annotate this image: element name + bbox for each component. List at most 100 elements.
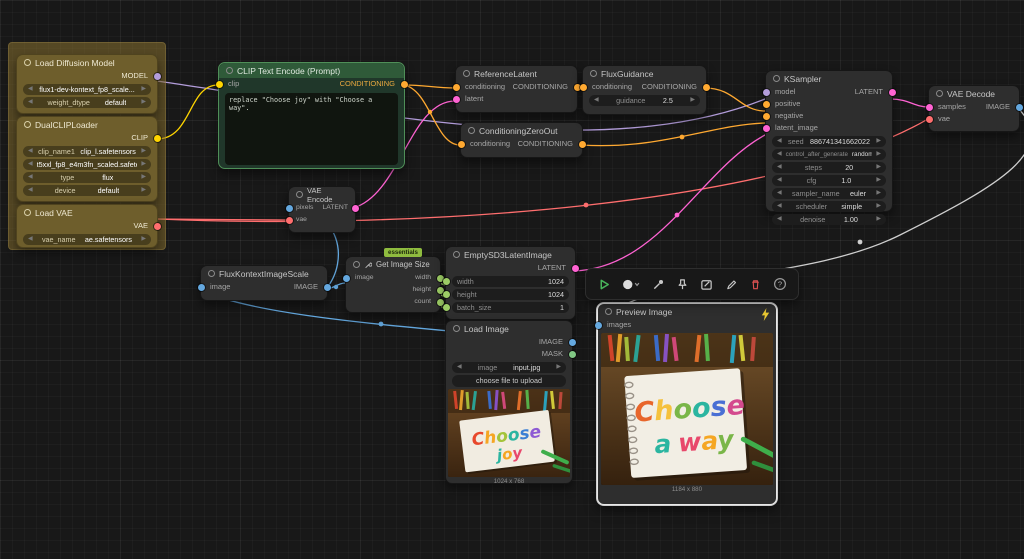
widget-image-file[interactable]: image input.jpg [452,362,566,373]
output-slot-conditioning[interactable] [401,81,408,88]
input-slot-vae[interactable] [926,116,933,123]
node-vae-encode[interactable]: VAE Encode pixels LATENT vae [288,186,356,233]
node-dual-clip-loader[interactable]: DualCLIPLoader CLIP clip_name1 clip_l.sa… [16,116,158,202]
collapse-dot[interactable] [590,70,597,77]
edit-pencil-button[interactable] [721,273,741,295]
pin-button[interactable] [672,273,692,295]
node-get-image-size[interactable]: Get Image Size image width height count [345,256,441,313]
node-conditioning-zero-out[interactable]: ConditioningZeroOut conditioning CONDITI… [460,122,583,158]
eyedropper-button[interactable] [648,273,668,295]
combo-left-arrow-icon[interactable] [28,146,33,157]
widget-clip-name2[interactable]: t5xxl_fp8_e4m3fn_scaled.safete... [23,159,151,170]
frame-edit-button[interactable] [697,273,717,295]
combo-left-arrow-icon[interactable] [28,84,33,95]
input-slot-clip[interactable] [216,81,223,88]
output-slot-latent[interactable] [889,89,896,96]
combo-left-arrow-icon[interactable] [457,362,462,373]
collapse-dot[interactable] [773,75,780,82]
input-slot-images[interactable] [595,322,602,329]
combo-left-arrow-icon[interactable] [594,95,599,106]
widget-sampler-name[interactable]: sampler_name euler [772,188,886,199]
combo-left-arrow-icon[interactable] [777,188,782,199]
widget-unet-name[interactable]: flux1-dev-kontext_fp8_scale... [23,84,151,95]
output-slot-image[interactable] [1016,104,1023,111]
widget-control-after-generate[interactable]: control_after_generate randomize [772,149,886,160]
combo-right-arrow-icon[interactable] [141,234,146,245]
combo-right-arrow-icon[interactable] [141,146,146,157]
node-load-diffusion-model[interactable]: Load Diffusion Model MODEL flux1-dev-kon… [16,54,158,114]
selection-toolbar[interactable]: ? [585,268,799,300]
input-slot-latent-image[interactable] [763,125,770,132]
output-slot-count[interactable] [437,299,444,306]
combo-right-arrow-icon[interactable] [876,136,881,147]
input-slot-pixels[interactable] [286,205,293,212]
node-graph-canvas[interactable]: Load Diffusion Model MODEL flux1-dev-kon… [0,0,1024,559]
combo-left-arrow-icon[interactable] [777,162,782,173]
combo-right-arrow-icon[interactable] [876,214,881,225]
node-ksampler[interactable]: KSampler model LATENT positive negative … [765,70,893,212]
combo-right-arrow-icon[interactable] [876,201,881,212]
combo-right-arrow-icon[interactable] [141,97,146,108]
combo-left-arrow-icon[interactable] [28,185,33,196]
input-slot-conditioning[interactable] [580,84,587,91]
input-slot-image[interactable] [343,275,350,282]
node-flux-kontext-image-scale[interactable]: FluxKontextImageScale image IMAGE [200,265,328,301]
input-slot-batch-size[interactable] [443,304,450,311]
input-slot-samples[interactable] [926,104,933,111]
widget-batch-size[interactable]: batch_size 1 [452,302,569,313]
widget-weight-dtype[interactable]: weight_dtype default [23,97,151,108]
node-load-vae[interactable]: Load VAE VAE vae_name ae.safetensors [16,204,158,248]
collapse-dot[interactable] [24,59,31,66]
input-slot-model[interactable] [763,89,770,96]
collapse-dot[interactable] [936,90,943,97]
node-load-image[interactable]: Load Image IMAGE MASK image input.jpg ch… [445,320,573,484]
widget-device[interactable]: device default [23,185,151,196]
combo-left-arrow-icon[interactable] [777,201,782,212]
combo-left-arrow-icon[interactable] [28,172,33,183]
widget-scheduler[interactable]: scheduler simple [772,201,886,212]
collapse-dot[interactable] [605,308,612,315]
combo-left-arrow-icon[interactable] [28,159,33,170]
widget-vae-name[interactable]: vae_name ae.safetensors [23,234,151,245]
output-slot-image[interactable] [324,284,331,291]
node-reference-latent[interactable]: ReferenceLatent conditioning CONDITIONIN… [455,65,578,113]
widget-clip-name1[interactable]: clip_name1 clip_l.safetensors [23,146,151,157]
output-slot-conditioning[interactable] [703,84,710,91]
delete-button[interactable] [745,273,765,295]
node-empty-sd3-latent[interactable]: EmptySD3LatentImage LATENT width 1024 he… [445,246,576,320]
output-slot-clip[interactable] [154,135,161,142]
combo-right-arrow-icon[interactable] [141,159,146,170]
collapse-dot[interactable] [208,270,215,277]
prompt-textarea[interactable]: replace "Choose joy" with "Choose a way"… [225,93,398,165]
collapse-dot[interactable] [24,121,31,128]
widget-height[interactable]: height 1024 [452,289,569,300]
output-slot-latent[interactable] [572,265,579,272]
combo-right-arrow-icon[interactable] [141,172,146,183]
collapse-dot[interactable] [296,191,303,198]
run-button[interactable] [594,273,614,295]
collapse-dot[interactable] [453,325,460,332]
combo-right-arrow-icon[interactable] [141,185,146,196]
combo-left-arrow-icon[interactable] [28,234,33,245]
combo-right-arrow-icon[interactable] [141,84,146,95]
input-slot-positive[interactable] [763,101,770,108]
collapse-dot[interactable] [353,261,360,268]
input-slot-negative[interactable] [763,113,770,120]
combo-right-arrow-icon[interactable] [876,149,881,160]
input-slot-conditioning[interactable] [458,141,465,148]
widget-cfg[interactable]: cfg 1.0 [772,175,886,186]
combo-right-arrow-icon[interactable] [876,188,881,199]
output-slot-model[interactable] [154,73,161,80]
combo-right-arrow-icon[interactable] [876,175,881,186]
widget-type[interactable]: type flux [23,172,151,183]
combo-left-arrow-icon[interactable] [777,136,782,147]
output-slot-vae[interactable] [154,223,161,230]
node-preview-image[interactable]: Preview Image images [597,303,777,505]
collapse-dot[interactable] [226,67,233,74]
collapse-dot[interactable] [468,127,475,134]
widget-guidance[interactable]: guidance 2.5 [589,95,700,106]
output-slot-conditioning[interactable] [579,141,586,148]
combo-right-arrow-icon[interactable] [556,362,561,373]
combo-left-arrow-icon[interactable] [28,97,33,108]
combo-right-arrow-icon[interactable] [690,95,695,106]
